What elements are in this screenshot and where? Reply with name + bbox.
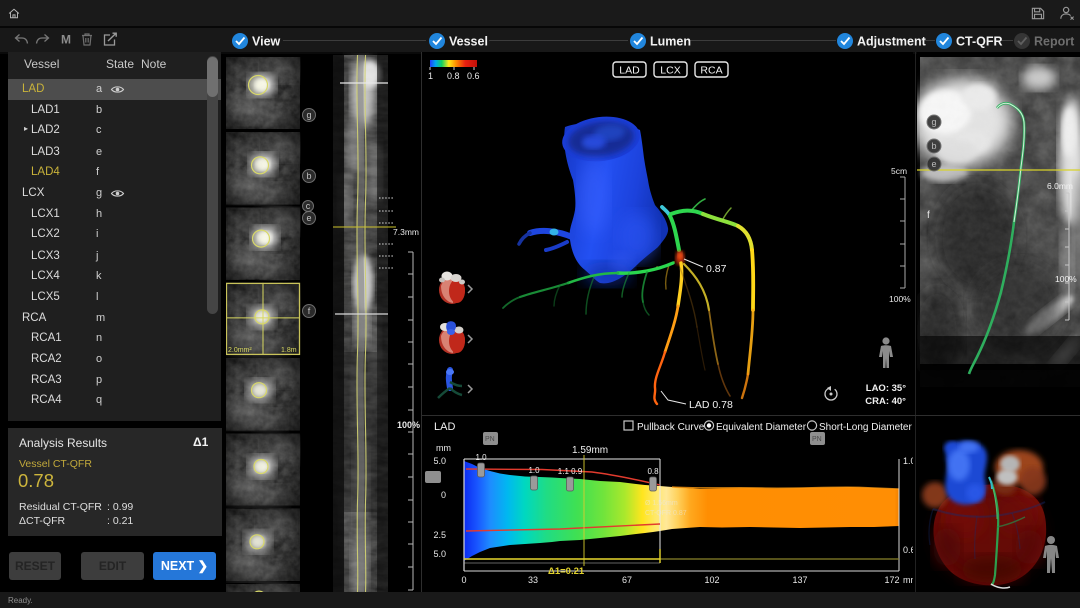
svg-text:0.6: 0.6: [467, 71, 480, 81]
svg-text:1: 1: [428, 71, 433, 81]
svg-text:CT-QFR: CT-QFR: [956, 35, 1003, 49]
svg-text:LAD: LAD: [619, 65, 640, 77]
svg-text:Report: Report: [1034, 35, 1075, 49]
svg-text:1.0: 1.0: [528, 466, 540, 475]
svg-text:View: View: [252, 35, 281, 49]
svg-text:1.0: 1.0: [475, 453, 487, 462]
svg-text:5.0: 5.0: [433, 549, 446, 559]
svg-text:b: b: [306, 171, 311, 181]
svg-text:LAD 0.78: LAD 0.78: [689, 399, 733, 411]
svg-text:0: 0: [461, 575, 466, 585]
svg-text:LCX: LCX: [660, 65, 680, 77]
svg-text:PN: PN: [485, 436, 495, 443]
svg-text:CT-QFR 0.87: CT-QFR 0.87: [645, 510, 687, 517]
svg-text:100%: 100%: [397, 420, 420, 430]
svg-text:b: b: [931, 141, 936, 151]
svg-text:1.8m: 1.8m: [281, 347, 297, 354]
svg-text:LAO: 35°: LAO: 35°: [866, 383, 906, 394]
svg-text:1.59mm: 1.59mm: [572, 445, 608, 456]
svg-text:f: f: [927, 210, 930, 221]
svg-text:CRA: 40°: CRA: 40°: [865, 396, 906, 407]
svg-text:0.8: 0.8: [647, 467, 659, 476]
svg-text:2.5: 2.5: [433, 530, 446, 540]
svg-text:Equivalent Diameter: Equivalent Diameter: [716, 422, 807, 433]
svg-text:5.0: 5.0: [433, 456, 446, 466]
svg-text:33: 33: [528, 575, 538, 585]
svg-text:100%: 100%: [1055, 274, 1077, 284]
svg-text:Ø 1.56mm: Ø 1.56mm: [645, 500, 678, 507]
svg-text:7.3mm: 7.3mm: [393, 227, 419, 237]
svg-text:g: g: [306, 110, 311, 120]
svg-text:0.8: 0.8: [447, 71, 460, 81]
svg-text:5cm: 5cm: [891, 166, 907, 176]
svg-text:100%: 100%: [889, 294, 911, 304]
svg-text:g: g: [931, 117, 936, 127]
svg-text:2.0mm²: 2.0mm²: [228, 347, 252, 354]
svg-text:e: e: [931, 159, 936, 169]
svg-text:67: 67: [622, 575, 632, 585]
svg-text:1.0: 1.0: [903, 456, 913, 466]
svg-text:6.0mm: 6.0mm: [1047, 181, 1073, 191]
svg-text:mm: mm: [436, 443, 451, 453]
svg-text:0.87: 0.87: [706, 263, 727, 275]
svg-text:Lumen: Lumen: [650, 35, 691, 49]
svg-text:e: e: [306, 213, 311, 223]
svg-text:172: 172: [884, 575, 899, 585]
svg-text:c: c: [306, 201, 311, 211]
svg-text:1.1 0.9: 1.1 0.9: [558, 467, 583, 476]
svg-text:M: M: [61, 33, 71, 47]
svg-text:Adjustment: Adjustment: [857, 35, 927, 49]
svg-text:RCA: RCA: [700, 65, 722, 77]
svg-text:LAD: LAD: [434, 421, 455, 433]
svg-text:Δ1=0.21: Δ1=0.21: [548, 566, 585, 577]
svg-text:Short-Long Diameter: Short-Long Diameter: [819, 422, 912, 433]
svg-text:PN: PN: [812, 436, 822, 443]
svg-text:0.6: 0.6: [903, 545, 913, 555]
svg-text:Pullback Curve: Pullback Curve: [637, 422, 705, 433]
svg-text:mm: mm: [903, 575, 913, 585]
svg-text:137: 137: [792, 575, 807, 585]
svg-text:0: 0: [441, 490, 446, 500]
svg-text:Vessel: Vessel: [449, 35, 488, 49]
svg-text:102: 102: [704, 575, 719, 585]
